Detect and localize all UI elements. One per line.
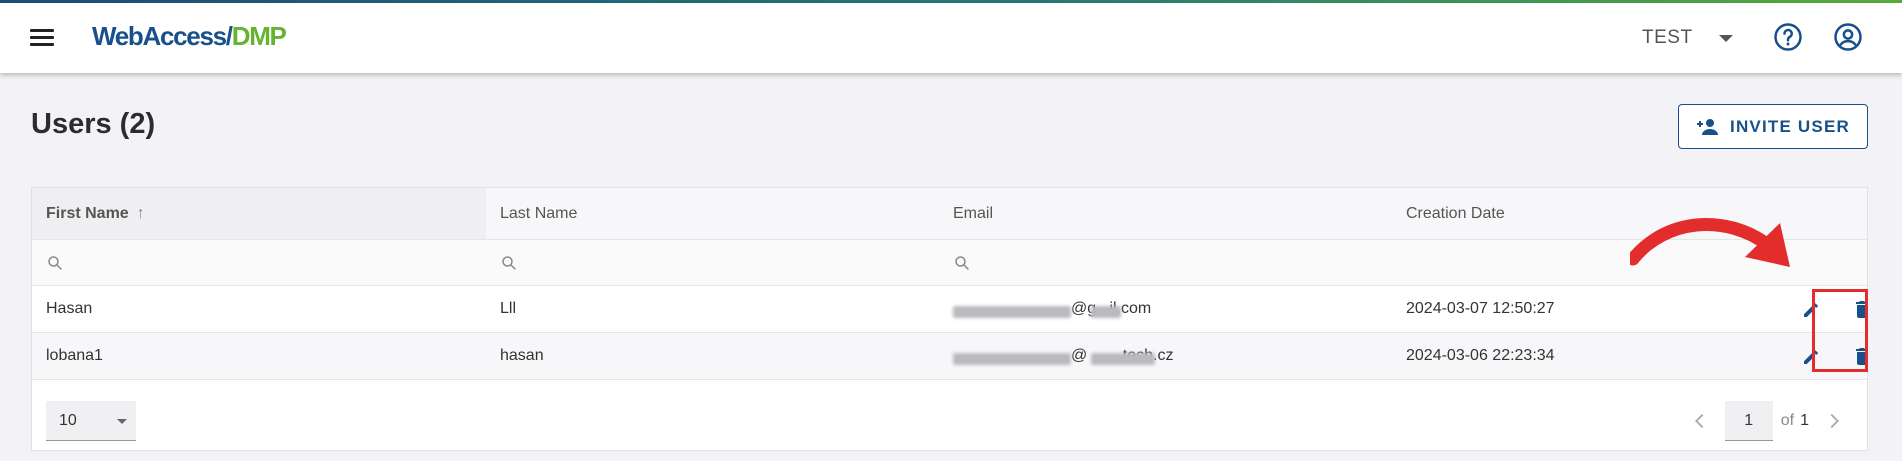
logo-text-webaccess: WebAccess/ [92,21,233,51]
rows-per-page-select[interactable]: 10 [46,401,136,441]
column-header-label: First Name [46,204,129,222]
hamburger-menu-icon[interactable] [26,24,60,52]
column-header-last-name[interactable]: Last Name [486,188,939,239]
chevron-left-icon[interactable] [1689,410,1711,432]
help-circle-icon[interactable] [1773,22,1803,52]
filter-first-name-input[interactable] [72,254,452,271]
column-header-email[interactable]: Email [939,188,1392,239]
cell-first-name: lobana1 [46,347,103,364]
invite-user-label: INVITE USER [1730,116,1850,136]
of-label: of [1780,412,1795,429]
filter-last-name [486,240,939,285]
email-redaction [953,353,1071,365]
invite-user-button[interactable]: INVITE USER [1678,104,1868,149]
search-icon [955,255,969,270]
sort-ascending-icon: ↑ [136,204,145,222]
rows-per-page-value: 10 [59,411,77,429]
column-header-first-name[interactable]: First Name ↑ [32,188,486,239]
app-logo[interactable]: WebAccess/DMP [92,21,287,52]
caret-down-icon [1718,34,1733,42]
column-header-label: Last Name [500,204,578,222]
current-page-input[interactable] [1724,401,1773,441]
cell-last-name: hasan [500,347,544,364]
caret-down-icon [117,419,127,424]
organization-name: TEST [1642,27,1693,48]
cell-first-name: Hasan [46,300,93,317]
app-header: WebAccess/DMP TEST [0,3,1902,73]
search-icon [502,255,516,270]
page-title: Users (2) [31,108,156,140]
table-header-row: First Name ↑ Last Name Email Creation Da… [32,188,1867,240]
table-row[interactable]: lobana1 hasan @ tech.cz 2024-03-06 22:23… [32,333,1868,380]
chevron-right-icon[interactable] [1823,410,1845,432]
cell-last-name: Lll [500,300,517,317]
filter-first-name [32,240,486,285]
total-pages: 1 [1800,412,1809,429]
users-table: First Name ↑ Last Name Email Creation Da… [31,187,1868,451]
cell-creation-date: 2024-03-06 22:23:34 [1406,347,1555,364]
annotation-arrow-icon [1630,218,1790,267]
organization-selector[interactable]: TEST [1642,23,1733,53]
email-text: @ tech.cz [953,347,1174,365]
cell-creation-date: 2024-03-07 12:50:27 [1406,300,1555,317]
table-filter-row [32,240,1867,286]
filter-last-name-input[interactable] [526,254,906,271]
pagination: of 1 [1689,401,1845,441]
email-redaction [1091,306,1121,318]
column-header-label: Creation Date [1406,204,1505,222]
annotation-highlight-box [1812,289,1868,372]
table-footer: 10 of 1 [32,382,1867,450]
person-add-icon [1697,118,1719,135]
table-row[interactable]: Hasan Lll @g il.com 2024-03-07 12:50:27 [32,286,1868,333]
account-circle-icon[interactable] [1833,22,1863,52]
cell-email: @g il.com [939,286,1392,332]
column-header-label: Email [953,204,994,222]
cell-email: @ tech.cz [939,333,1392,379]
email-redaction [1091,353,1155,365]
email-redaction [953,306,1071,318]
filter-email [939,240,1392,285]
filter-email-input[interactable] [979,254,1359,271]
email-text: @g il.com [953,300,1151,318]
logo-text-dmp: DMP [231,21,287,51]
search-icon [48,255,62,270]
